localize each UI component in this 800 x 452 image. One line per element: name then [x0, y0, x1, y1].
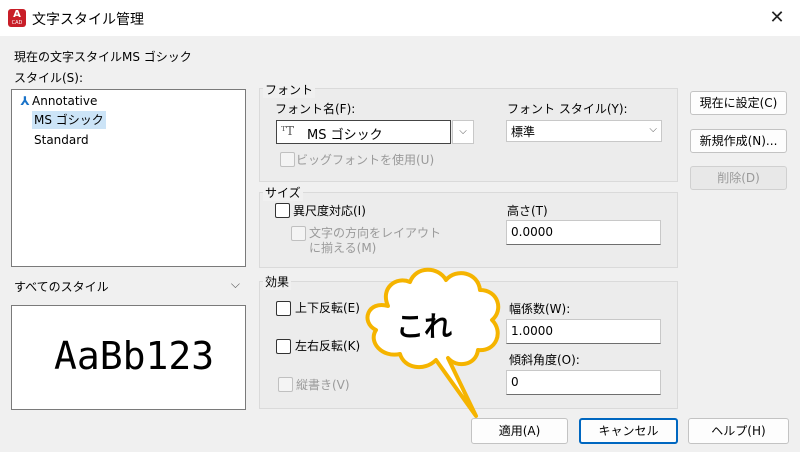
window-title: 文字スタイル管理 [32, 12, 144, 28]
oblique-angle-label: 傾斜角度(O): [509, 353, 580, 367]
new-style-button[interactable]: 新規作成(N)... [690, 129, 787, 153]
delete-style-button[interactable]: 削除(D) [690, 166, 787, 190]
chevron-down-icon[interactable]: ⌵ [452, 120, 474, 144]
help-button[interactable]: ヘルプ(H) [688, 418, 789, 444]
callout-text: これ [396, 310, 453, 343]
vertical-checkbox[interactable] [278, 377, 293, 392]
chevron-down-icon: ⌵ [230, 277, 240, 291]
style-filter-value: すべてのスタイル [14, 280, 109, 294]
annotative-checkbox[interactable] [275, 203, 290, 218]
vertical-label: 縦書き(V) [296, 378, 350, 392]
preview-box: AaBb123 [11, 305, 246, 410]
width-factor-input[interactable]: 1.0000 [506, 319, 661, 344]
style-item-label: Annotative [32, 94, 98, 108]
current-style-text: 現在の文字スタイルMS ゴシック [14, 50, 192, 64]
bigfont-checkbox[interactable] [280, 152, 295, 167]
height-label: 高さ(T) [507, 204, 548, 218]
backwards-label: 左右反転(K) [295, 339, 361, 353]
truetype-icon: ᵀT [281, 124, 295, 138]
size-group-title: サイズ [263, 184, 303, 201]
oblique-angle-input[interactable]: 0 [506, 370, 661, 395]
upside-down-checkbox[interactable] [276, 301, 291, 316]
width-factor-value: 1.0000 [511, 324, 553, 338]
backwards-checkbox[interactable] [276, 339, 291, 354]
match-orientation-checkbox[interactable] [291, 226, 306, 241]
font-group-title: フォント [263, 81, 316, 98]
chevron-down-icon: ⌵ [649, 124, 657, 135]
app-icon-letter: A [13, 9, 21, 20]
font-style-select[interactable]: 標準 ⌵ [506, 120, 662, 142]
annotative-label: 異尺度対応(I) [293, 204, 366, 218]
preview-text: AaBb123 [54, 334, 215, 378]
match-orientation-label-line2: に揃える(M) [309, 241, 377, 255]
font-name-value: MS ゴシック [307, 128, 383, 143]
style-filter-select[interactable]: すべてのスタイル ⌵ [11, 276, 244, 296]
style-item-label: Standard [34, 133, 89, 147]
style-item-label: MS ゴシック [34, 113, 104, 127]
style-item-standard[interactable]: Standard [32, 131, 91, 149]
style-item-annotative[interactable]: ⅄ Annotative [16, 92, 99, 110]
height-value: 0.0000 [511, 225, 553, 239]
bigfont-label: ビッグフォントを使用(U) [296, 153, 435, 167]
set-current-button[interactable]: 現在に設定(C) [690, 91, 787, 115]
upside-down-label: 上下反転(E) [295, 301, 360, 315]
font-name-label: フォント名(F): [275, 102, 356, 116]
close-icon[interactable]: ✕ [762, 4, 792, 32]
font-style-value: 標準 [511, 125, 536, 139]
annotative-icon: ⅄ [20, 94, 30, 108]
height-input[interactable]: 0.0000 [506, 220, 661, 245]
effects-group-title: 効果 [263, 273, 292, 290]
app-icon: A CAD [8, 9, 26, 27]
styles-list[interactable]: ⅄ Annotative MS ゴシック Standard [11, 89, 246, 267]
font-style-label: フォント スタイル(Y): [507, 102, 628, 116]
app-icon-sub: CAD [11, 20, 23, 26]
font-name-select[interactable]: ᵀT MS ゴシック [276, 120, 451, 144]
style-item-ms-gothic[interactable]: MS ゴシック [32, 111, 106, 129]
width-factor-label: 幅係数(W): [509, 302, 571, 316]
oblique-angle-value: 0 [511, 375, 519, 389]
styles-label: スタイル(S): [14, 71, 84, 85]
cancel-button[interactable]: キャンセル [579, 418, 678, 444]
